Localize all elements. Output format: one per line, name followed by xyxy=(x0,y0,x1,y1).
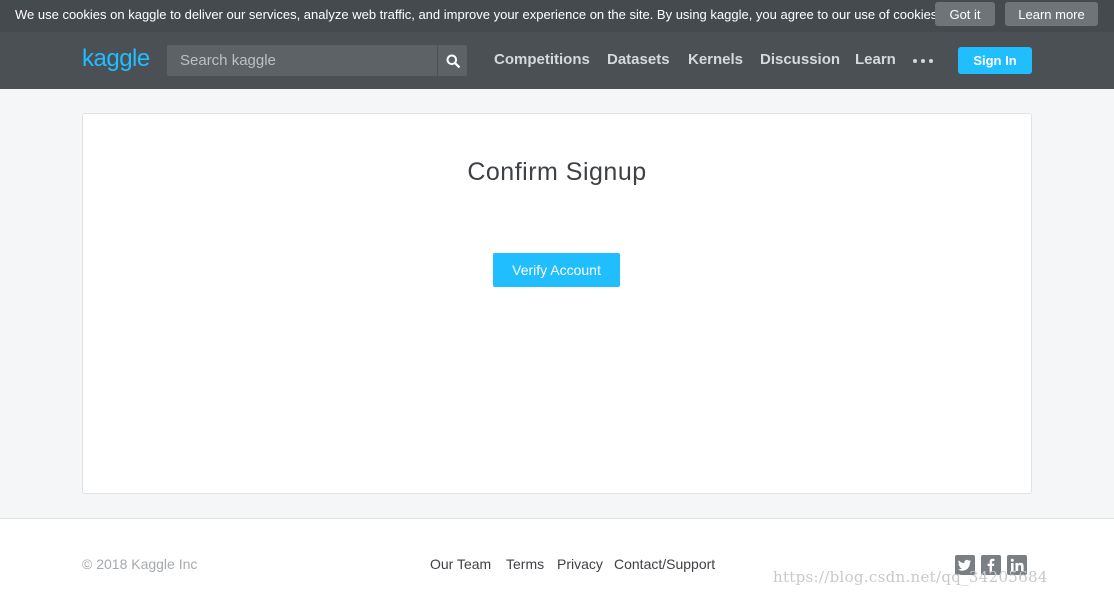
nav-competitions[interactable]: Competitions xyxy=(494,51,590,68)
footer-link-terms[interactable]: Terms xyxy=(506,556,544,572)
search-icon xyxy=(446,54,460,68)
nav-learn[interactable]: Learn xyxy=(855,51,896,68)
sign-in-button[interactable]: Sign In xyxy=(958,47,1032,74)
got-it-button[interactable]: Got it xyxy=(935,2,995,26)
watermark-text: https://blog.csdn.net/qq_34205684 xyxy=(773,568,1048,586)
footer-link-privacy[interactable]: Privacy xyxy=(557,556,603,572)
footer-link-contact-support[interactable]: Contact/Support xyxy=(614,556,715,572)
site-header: kaggle Competitions Datasets Kernels Dis… xyxy=(0,32,1114,89)
cookie-notice-text: We use cookies on kaggle to deliver our … xyxy=(15,7,941,22)
nav-kernels[interactable]: Kernels xyxy=(688,51,743,68)
search-button[interactable] xyxy=(437,45,467,76)
nav-discussion[interactable]: Discussion xyxy=(760,51,840,68)
cookie-banner: We use cookies on kaggle to deliver our … xyxy=(0,0,1114,32)
more-menu-icon[interactable] xyxy=(913,56,935,66)
page-title: Confirm Signup xyxy=(467,158,647,186)
footer-link-our-team[interactable]: Our Team xyxy=(430,556,491,572)
learn-more-button[interactable]: Learn more xyxy=(1005,2,1098,26)
nav-datasets[interactable]: Datasets xyxy=(607,51,670,68)
search-box xyxy=(167,45,467,76)
confirm-signup-card: Confirm Signup Verify Account xyxy=(82,113,1032,494)
verify-account-button[interactable]: Verify Account xyxy=(493,253,620,287)
copyright-text: © 2018 Kaggle Inc xyxy=(82,556,198,572)
search-input[interactable] xyxy=(167,45,437,76)
kaggle-logo[interactable]: kaggle xyxy=(82,45,150,73)
site-footer: © 2018 Kaggle Inc Our Team Terms Privacy… xyxy=(0,518,1114,596)
